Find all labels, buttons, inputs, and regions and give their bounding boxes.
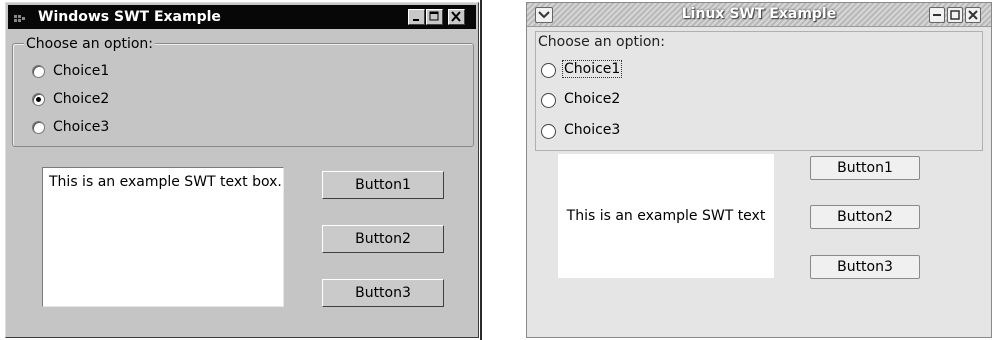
text-box[interactable]: This is an example SWT text [558, 154, 774, 278]
windows-swt-window: Windows SWT Example Choose an option: Ch… [5, 2, 479, 338]
close-button[interactable] [965, 7, 981, 23]
button2[interactable]: Button2 [322, 225, 444, 253]
radio-label: Choice2 [53, 91, 110, 107]
button3[interactable]: Button3 [322, 279, 444, 307]
radio-label: Choice2 [564, 91, 621, 107]
minimize-button[interactable] [929, 7, 945, 23]
windows-window-title: Windows SWT Example [38, 9, 221, 25]
radio-button[interactable] [32, 121, 45, 134]
app-icon[interactable] [14, 11, 26, 23]
button1[interactable]: Button1 [322, 171, 444, 199]
minimize-button[interactable] [408, 9, 425, 25]
close-icon [451, 11, 461, 22]
radio-button[interactable] [32, 65, 45, 78]
minimize-icon [933, 14, 941, 16]
radio-label: Choice3 [564, 122, 621, 138]
radio-label: Choice1 [53, 63, 110, 79]
minimize-icon [413, 19, 419, 21]
maximize-button[interactable] [426, 9, 443, 25]
close-button[interactable] [448, 9, 465, 25]
button3[interactable]: Button3 [810, 255, 920, 279]
radio-button[interactable] [541, 124, 556, 139]
maximize-icon [950, 10, 960, 20]
linux-titlebar[interactable]: Linux SWT Example [527, 3, 991, 27]
group-label: Choose an option: [24, 36, 156, 52]
radio-button[interactable] [541, 93, 556, 108]
button2[interactable]: Button2 [810, 205, 920, 229]
maximize-button[interactable] [947, 7, 963, 23]
divider [480, 0, 482, 340]
linux-window-title: Linux SWT Example [681, 6, 837, 22]
radio-button[interactable] [541, 63, 556, 78]
radio-label-focused: Choice1 [561, 60, 623, 78]
button1[interactable]: Button1 [810, 156, 920, 180]
group-label: Choose an option: [538, 34, 668, 50]
windows-titlebar[interactable]: Windows SWT Example [8, 5, 476, 29]
text-box[interactable]: This is an example SWT text box. [42, 167, 284, 307]
radio-label: Choice3 [53, 119, 110, 135]
radio-button-selected[interactable] [32, 93, 45, 106]
maximize-icon [429, 11, 439, 21]
close-icon [968, 10, 978, 20]
